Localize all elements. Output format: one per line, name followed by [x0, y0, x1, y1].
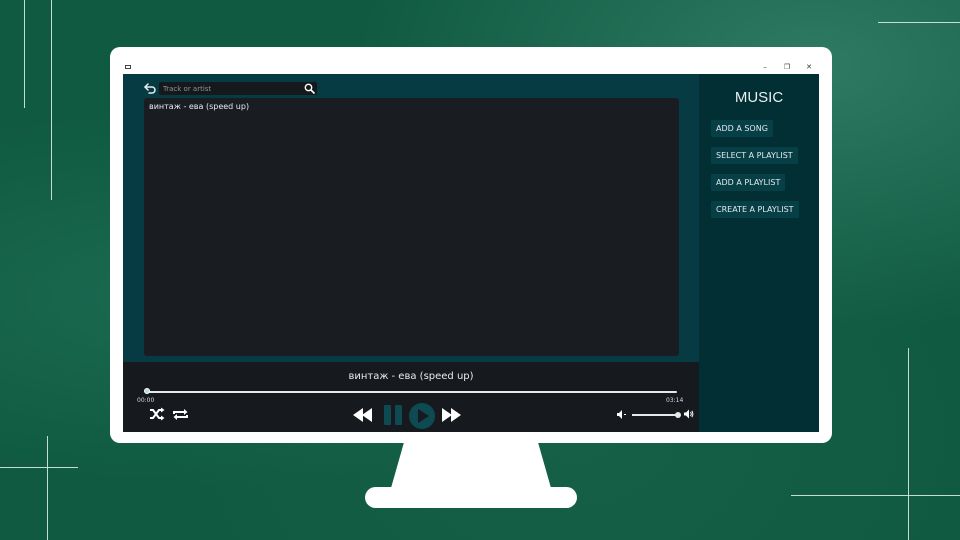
search-icon[interactable] — [304, 83, 315, 94]
volume-low-icon[interactable] — [617, 410, 627, 419]
decorative-line — [47, 436, 48, 540]
maximize-button[interactable]: ❐ — [781, 62, 793, 72]
volume-high-icon[interactable] — [684, 409, 694, 419]
back-arrow-icon[interactable] — [143, 81, 157, 95]
decorative-line — [24, 0, 25, 108]
close-button[interactable]: ✕ — [803, 62, 815, 72]
pause-icon[interactable] — [383, 405, 403, 425]
add-playlist-button[interactable]: ADD A PLAYLIST — [711, 174, 786, 191]
progress-thumb[interactable] — [144, 388, 150, 394]
title-bar: – ❐ ✕ — [123, 60, 819, 74]
repeat-icon[interactable] — [172, 407, 189, 422]
decorative-line — [878, 22, 960, 23]
volume-slider-thumb[interactable] — [674, 412, 681, 418]
decorative-line — [51, 0, 52, 200]
player-bar: винтаж - ева (speed up) 00:00 03:14 — [123, 362, 699, 432]
main-pane: винтаж - ева (speed up) — [123, 74, 699, 362]
track-list: винтаж - ева (speed up) — [144, 98, 679, 356]
current-time: 00:00 — [137, 397, 155, 404]
shuffle-icon[interactable] — [149, 407, 165, 421]
sidebar: MUSIC ADD A SONG SELECT A PLAYLIST ADD A… — [699, 74, 819, 432]
sidebar-title: MUSIC — [734, 89, 784, 106]
decorative-line — [0, 467, 78, 468]
app-window: – ❐ ✕ винтаж - ева (speed up) винтаж - е… — [123, 60, 819, 432]
track-list-item[interactable]: винтаж - ева (speed up) — [149, 101, 249, 113]
now-playing-title: винтаж - ева (speed up) — [348, 371, 474, 382]
select-playlist-button[interactable]: SELECT A PLAYLIST — [711, 147, 798, 164]
add-song-button[interactable]: ADD A SONG — [711, 120, 773, 137]
decorative-line — [791, 495, 960, 496]
play-icon[interactable] — [409, 403, 435, 429]
monitor-stand-neck — [391, 443, 551, 488]
monitor-stand-base — [365, 487, 577, 508]
rewind-icon[interactable] — [353, 408, 373, 422]
volume-slider-track[interactable] — [632, 414, 680, 416]
minimize-button[interactable]: – — [759, 62, 771, 72]
search-input[interactable] — [163, 82, 301, 95]
create-playlist-button[interactable]: CREATE A PLAYLIST — [711, 201, 799, 218]
progress-track[interactable] — [147, 391, 677, 393]
duration-time: 03:14 — [666, 397, 684, 404]
fast-forward-icon[interactable] — [441, 408, 461, 422]
search-bar — [159, 82, 317, 95]
decorative-line — [908, 348, 909, 540]
app-icon — [125, 65, 131, 69]
